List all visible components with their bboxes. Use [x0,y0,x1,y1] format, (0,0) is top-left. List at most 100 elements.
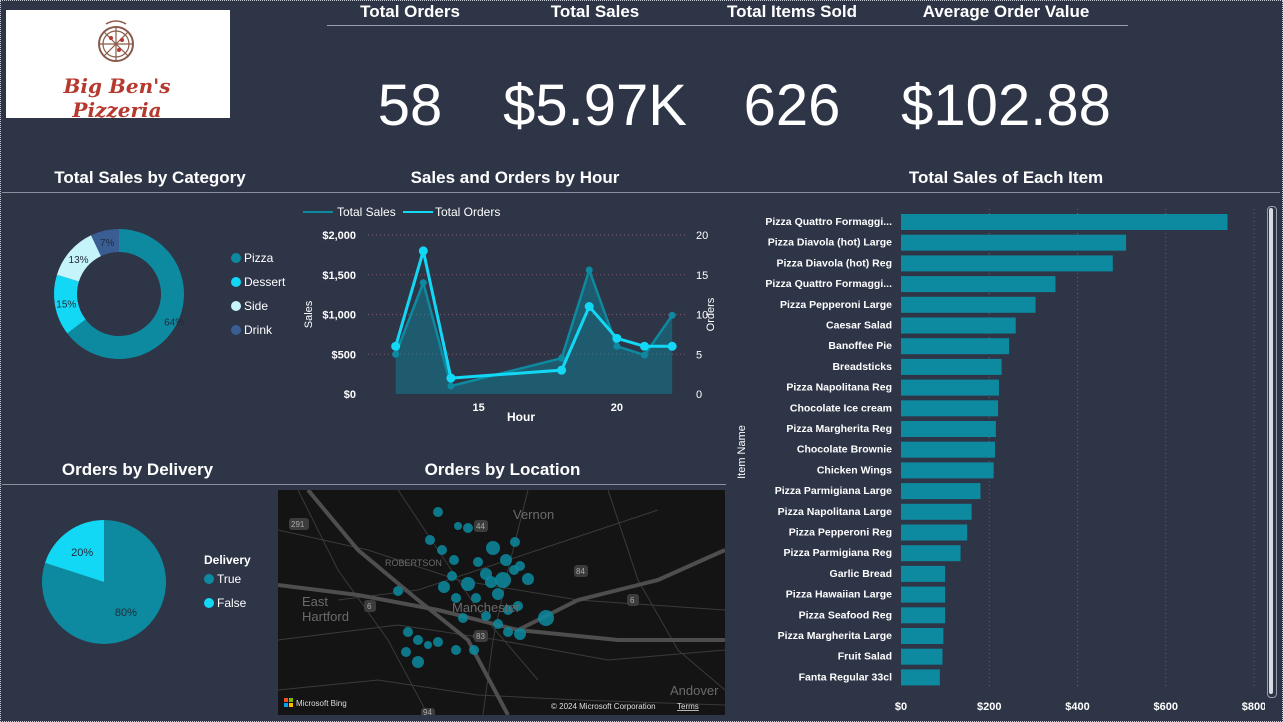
order-location-marker[interactable] [438,581,450,593]
sales-point[interactable] [447,382,455,390]
order-location-marker[interactable] [503,627,513,637]
order-location-marker[interactable] [514,628,526,640]
y-tick-label: $1,000 [322,310,356,322]
order-location-marker[interactable] [403,627,413,637]
order-location-marker[interactable] [486,541,500,555]
sales-point[interactable] [392,350,400,358]
item-sales-bar[interactable] [901,276,1056,293]
item-sales-bar[interactable] [901,214,1228,230]
legend-label: True [217,572,242,586]
items-scrollbar-thumb[interactable] [1269,208,1273,694]
item-sales-bar[interactable] [901,379,999,396]
legend-label: Side [244,299,269,313]
category-legend-item[interactable]: Drink [231,323,272,337]
orders-map[interactable]: Vernon ROBERTSON East Hartford Mancheste… [278,490,725,715]
item-sales-bar[interactable] [901,545,961,562]
item-sales-bar[interactable] [901,234,1127,251]
map-terms-link[interactable]: Terms [677,702,699,711]
delivery-chart-title: Orders by Delivery [61,460,214,479]
item-sales-bar[interactable] [901,628,944,644]
category-legend-item[interactable]: Pizza [231,251,273,265]
order-location-marker[interactable] [510,537,520,547]
order-location-marker[interactable] [469,645,479,655]
x-tick-label: $800 [1242,701,1265,713]
order-location-marker[interactable] [509,565,519,575]
item-name-label: Pizza Seafood Reg [799,609,892,621]
item-sales-bar[interactable] [901,358,1002,375]
x-tick-label: 20 [611,402,623,414]
order-location-marker[interactable] [413,635,423,645]
kpi-title-orders: Total Orders [360,2,460,21]
item-sales-bar[interactable] [901,462,994,479]
item-sales-bar[interactable] [901,586,946,603]
delivery-legend-item[interactable]: False [204,596,246,610]
x-tick-label: $600 [1154,701,1178,713]
order-location-marker[interactable] [461,577,475,591]
sales-point[interactable] [641,351,649,359]
item-sales-bar[interactable] [901,338,1010,355]
orders-point[interactable] [612,333,622,343]
order-location-marker[interactable] [451,645,461,655]
map-canvas: Vernon ROBERTSON East Hartford Mancheste… [278,490,725,715]
sales-point[interactable] [419,279,427,287]
orders-point[interactable] [640,341,650,351]
order-location-marker[interactable] [538,610,554,626]
item-name-label: Pizza Napolitana Reg [786,382,892,394]
orders-point[interactable] [391,341,401,351]
kpi-value-items: 626 [743,73,841,138]
sales-point[interactable] [613,342,621,350]
category-legend-item[interactable]: Dessert [231,275,285,289]
item-sales-bar[interactable] [901,400,999,417]
orders-point[interactable] [446,373,456,383]
pie-data-label: 80% [115,607,137,619]
item-sales-bar[interactable] [901,421,996,437]
order-location-marker[interactable] [485,576,497,588]
map-place-vernon: Vernon [513,507,554,522]
item-sales-bar[interactable] [901,524,968,541]
order-location-marker[interactable] [454,522,462,530]
item-sales-bar[interactable] [901,317,1016,334]
order-location-marker[interactable] [393,586,403,596]
map-title: Orders by Location [424,460,581,479]
delivery-legend-item[interactable]: True [204,572,241,586]
item-name-label: Fruit Salad [838,651,892,663]
kpi-value-sales: $5.97K [503,73,687,138]
sales-point[interactable] [668,311,676,319]
order-location-marker[interactable] [447,571,457,581]
item-sales-bar[interactable] [901,296,1036,313]
order-location-marker[interactable] [425,535,435,545]
item-sales-bar[interactable] [901,648,943,665]
category-legend-item[interactable]: Side [231,299,268,313]
item-sales-bar[interactable] [901,483,981,500]
order-location-marker[interactable] [473,557,483,567]
order-location-marker[interactable] [412,656,424,668]
order-location-marker[interactable] [401,647,411,657]
order-location-marker[interactable] [449,555,459,565]
item-sales-bar[interactable] [901,255,1113,272]
item-sales-bar[interactable] [901,669,940,686]
orders-point[interactable] [667,341,677,351]
item-name-label: Pizza Margherita Reg [786,423,892,435]
orders-point[interactable] [418,246,428,256]
logo: Big Ben's Pizzeria [6,10,230,122]
order-location-marker[interactable] [492,588,504,600]
item-sales-bar[interactable] [901,565,946,582]
order-location-marker[interactable] [522,573,534,585]
item-sales-bar[interactable] [901,503,972,520]
orders-point[interactable] [584,302,594,312]
order-location-marker[interactable] [424,641,432,649]
sales-point[interactable] [585,266,593,274]
order-location-marker[interactable] [463,523,473,533]
order-location-marker[interactable] [500,554,512,566]
order-location-marker[interactable] [437,545,447,555]
order-location-marker[interactable] [433,637,443,647]
order-location-marker[interactable] [495,572,511,588]
sales-point[interactable] [558,354,566,362]
item-sales-bar[interactable] [901,607,946,624]
orders-point[interactable] [557,365,567,375]
order-location-marker[interactable] [433,507,443,517]
item-sales-bar[interactable] [901,441,995,458]
order-location-marker[interactable] [493,619,503,629]
map-route-83: 83 [476,632,485,641]
legend-dot-icon [231,325,241,335]
